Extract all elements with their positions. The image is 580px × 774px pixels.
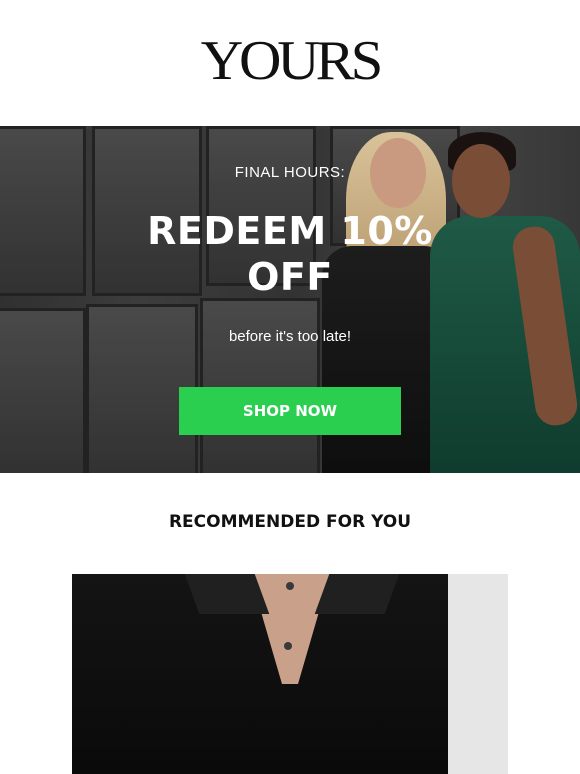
brand-logo[interactable]: YOURS bbox=[201, 33, 384, 89]
email-header: YOURS bbox=[0, 0, 580, 126]
hero-headline: REDEEM 10% OFF bbox=[147, 209, 433, 299]
hero-subline: before it's too late! bbox=[228, 328, 352, 345]
hero-banner[interactable]: FINAL HOURS: REDEEM 10% OFF before it's … bbox=[0, 126, 580, 473]
hero-text-block: FINAL HOURS: REDEEM 10% OFF before it's … bbox=[0, 126, 580, 473]
photo-background bbox=[448, 574, 508, 774]
product-image[interactable] bbox=[72, 574, 508, 774]
shirt-button bbox=[286, 582, 294, 590]
collar-left bbox=[184, 574, 270, 614]
recommended-title: RECOMMENDED FOR YOU bbox=[168, 512, 412, 532]
shirt-button bbox=[284, 642, 292, 650]
shop-now-button[interactable]: SHOP NOW bbox=[179, 387, 401, 435]
collar-right bbox=[314, 574, 400, 614]
hero-kicker: FINAL HOURS: bbox=[234, 164, 346, 181]
